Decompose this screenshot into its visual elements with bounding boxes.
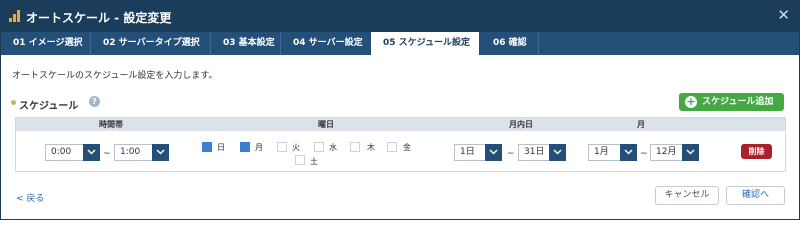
section-bullet-icon: [11, 100, 16, 105]
time-to-select[interactable]: 1:00: [114, 144, 169, 161]
day-to-value: 31日: [524, 147, 545, 157]
range-tilde: ~: [103, 149, 111, 159]
month-to-value: 12月: [656, 147, 677, 157]
chevron-down-icon[interactable]: [485, 144, 502, 161]
header-day-of-month: 月内日: [509, 120, 533, 129]
delete-schedule-button[interactable]: 削除: [741, 144, 772, 159]
weekday-wed-checkbox[interactable]: [314, 142, 324, 152]
title-bar: オートスケール - 設定変更 ✕: [1, 1, 799, 32]
tab-basic-settings[interactable]: 03 基本設定: [211, 32, 275, 55]
weekday-sat-label: 土: [310, 157, 318, 166]
dialog-title: オートスケール - 設定変更: [26, 11, 172, 25]
chevron-down-icon[interactable]: [152, 144, 169, 161]
header-month: 月: [637, 120, 645, 129]
plus-icon: +: [685, 95, 697, 108]
schedule-table-header: 時間帯 曜日 月内日 月: [16, 118, 785, 131]
weekday-sun-checkbox[interactable]: [202, 142, 212, 152]
header-weekday: 曜日: [318, 120, 334, 129]
intro-text: オートスケールのスケジュール設定を入力します。: [12, 71, 218, 81]
autoscale-settings-dialog: オートスケール - 設定変更 ✕ 01 イメージ選択 02 サーバータイプ選択 …: [0, 0, 800, 220]
chevron-down-icon[interactable]: [620, 144, 637, 161]
step-tabs: 01 イメージ選択 02 サーバータイプ選択 03 基本設定 04 サーバー設定…: [1, 32, 799, 55]
time-to-value: 1:00: [120, 147, 141, 157]
close-icon[interactable]: ✕: [777, 7, 790, 23]
day-from-select[interactable]: 1日: [454, 144, 502, 161]
day-to-select[interactable]: 31日: [518, 144, 566, 161]
weekday-wed-label: 水: [329, 143, 337, 152]
back-link[interactable]: < 戻る: [16, 191, 44, 204]
time-from-select[interactable]: 0:00: [45, 144, 100, 161]
header-time: 時間帯: [99, 120, 123, 129]
weekday-tue-label: 火: [292, 143, 300, 152]
weekday-mon-checkbox[interactable]: [240, 142, 250, 152]
weekday-fri-checkbox[interactable]: [387, 142, 397, 152]
weekday-sat-checkbox[interactable]: [295, 155, 305, 165]
tab-divider: [538, 32, 539, 55]
add-schedule-label: スケジュール追加: [702, 97, 774, 107]
weekday-mon-label: 月: [255, 143, 263, 152]
day-from-value: 1日: [460, 147, 475, 157]
weekday-thu-checkbox[interactable]: [350, 142, 360, 152]
app-logo-icon: [9, 10, 21, 22]
time-from-value: 0:00: [51, 147, 72, 157]
tab-image-select[interactable]: 01 イメージ選択: [1, 32, 82, 55]
cancel-button[interactable]: キャンセル: [655, 186, 719, 205]
chevron-down-icon[interactable]: [549, 144, 566, 161]
month-to-select[interactable]: 12月: [650, 144, 699, 161]
weekday-tue-checkbox[interactable]: [277, 142, 287, 152]
add-schedule-button[interactable]: + スケジュール追加: [679, 93, 784, 111]
month-from-select[interactable]: 1月: [588, 144, 637, 161]
weekday-fri-label: 金: [403, 143, 411, 152]
help-icon[interactable]: ?: [89, 96, 100, 107]
tab-schedule-settings[interactable]: 05 スケジュール設定: [371, 32, 479, 55]
schedule-section-title: スケジュール: [19, 101, 79, 112]
chevron-down-icon[interactable]: [83, 144, 100, 161]
range-tilde: ~: [507, 149, 515, 159]
tab-server-settings[interactable]: 04 サーバー設定: [281, 32, 363, 55]
weekday-thu-label: 木: [367, 143, 375, 152]
month-from-value: 1月: [594, 147, 609, 157]
go-to-confirm-button[interactable]: 確認へ: [726, 186, 785, 205]
chevron-down-icon[interactable]: [682, 144, 699, 161]
tab-confirm[interactable]: 06 確認: [481, 32, 527, 55]
weekday-sun-label: 日: [217, 143, 225, 152]
range-tilde: ~: [640, 149, 648, 159]
tab-server-type-select[interactable]: 02 サーバータイプ選択: [91, 32, 200, 55]
schedule-table: 時間帯 曜日 月内日 月 0:00 ~ 1:00 日 月 火 水 木 金 土 1…: [15, 117, 786, 172]
